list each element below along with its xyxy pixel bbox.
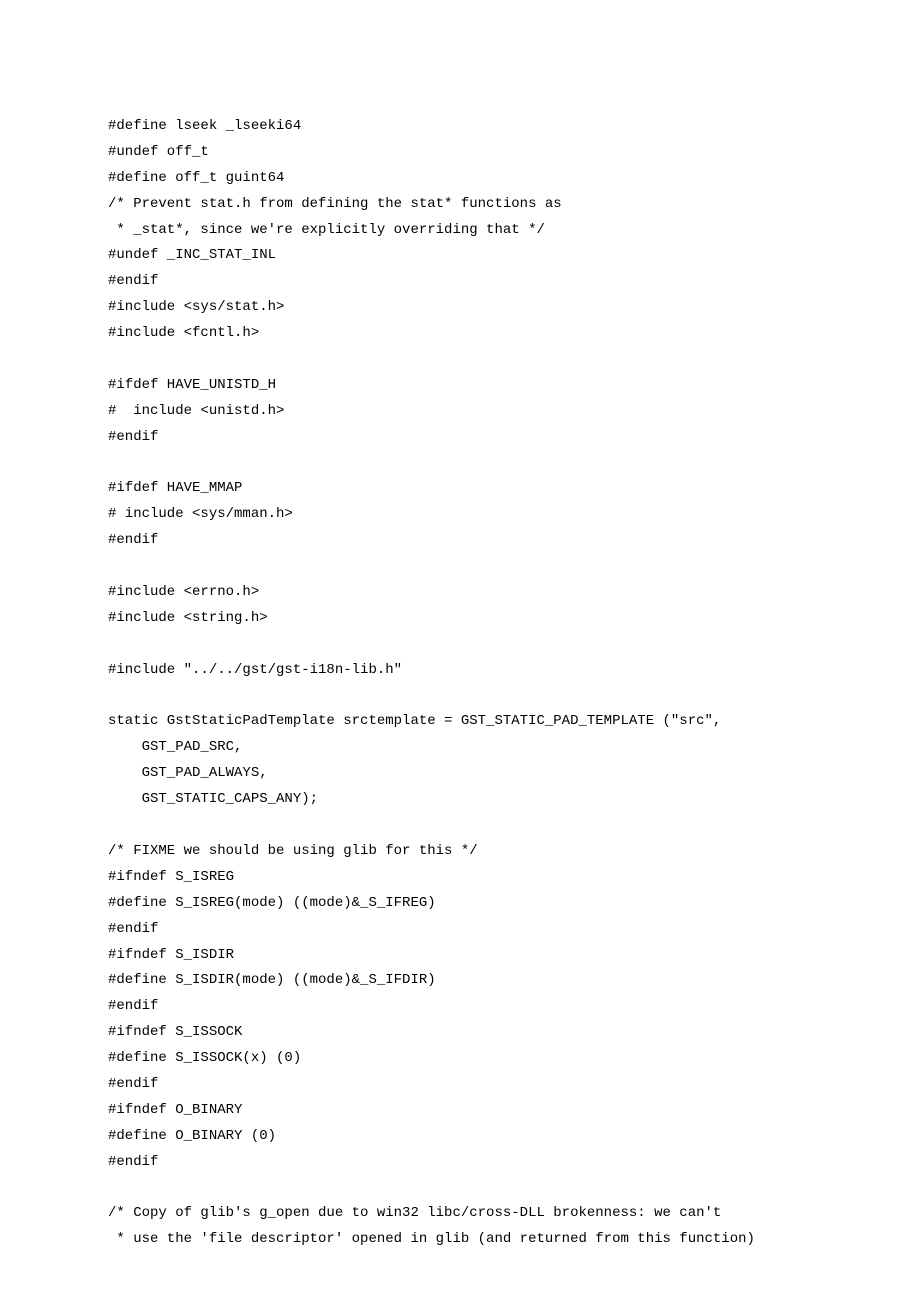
code-line: #endif [108, 425, 920, 451]
code-line: # include <sys/mman.h> [108, 502, 920, 528]
code-line: static GstStaticPadTemplate srctemplate … [108, 709, 920, 735]
code-line: #undef _INC_STAT_INL [108, 243, 920, 269]
code-line: /* Prevent stat.h from defining the stat… [108, 192, 920, 218]
code-line: #endif [108, 1072, 920, 1098]
code-line: /* FIXME we should be using glib for thi… [108, 839, 920, 865]
code-line: GST_PAD_SRC, [108, 735, 920, 761]
code-line: #define S_ISSOCK(x) (0) [108, 1046, 920, 1072]
blank-line [108, 632, 920, 658]
code-line: #define S_ISDIR(mode) ((mode)&_S_IFDIR) [108, 968, 920, 994]
code-line: #include <errno.h> [108, 580, 920, 606]
code-line: GST_PAD_ALWAYS, [108, 761, 920, 787]
code-line: #endif [108, 1150, 920, 1176]
code-line: #include "../../gst/gst-i18n-lib.h" [108, 658, 920, 684]
code-line: * use the 'file descriptor' opened in gl… [108, 1227, 920, 1253]
code-line: #ifndef S_ISREG [108, 865, 920, 891]
code-line: #endif [108, 528, 920, 554]
code-line: #include <sys/stat.h> [108, 295, 920, 321]
code-document-page: #define lseek _lseeki64#undef off_t#defi… [0, 0, 920, 1253]
blank-line [108, 813, 920, 839]
code-line: #endif [108, 994, 920, 1020]
code-line: #ifndef S_ISSOCK [108, 1020, 920, 1046]
code-line: #ifdef HAVE_MMAP [108, 476, 920, 502]
code-line: #include <fcntl.h> [108, 321, 920, 347]
code-line: #endif [108, 269, 920, 295]
code-line: #ifndef S_ISDIR [108, 943, 920, 969]
blank-line [108, 684, 920, 710]
code-line: #ifndef O_BINARY [108, 1098, 920, 1124]
code-line: GST_STATIC_CAPS_ANY); [108, 787, 920, 813]
code-line: #ifdef HAVE_UNISTD_H [108, 373, 920, 399]
code-line: #define O_BINARY (0) [108, 1124, 920, 1150]
code-line: #undef off_t [108, 140, 920, 166]
code-line: #define S_ISREG(mode) ((mode)&_S_IFREG) [108, 891, 920, 917]
blank-line [108, 347, 920, 373]
code-line: * _stat*, since we're explicitly overrid… [108, 218, 920, 244]
blank-line [108, 554, 920, 580]
code-block: #define lseek _lseeki64#undef off_t#defi… [108, 114, 920, 1253]
code-line: #endif [108, 917, 920, 943]
code-line: #include <string.h> [108, 606, 920, 632]
code-line: #define off_t guint64 [108, 166, 920, 192]
code-line: # include <unistd.h> [108, 399, 920, 425]
blank-line [108, 451, 920, 477]
blank-line [108, 1176, 920, 1202]
code-line: /* Copy of glib's g_open due to win32 li… [108, 1201, 920, 1227]
code-line: #define lseek _lseeki64 [108, 114, 920, 140]
